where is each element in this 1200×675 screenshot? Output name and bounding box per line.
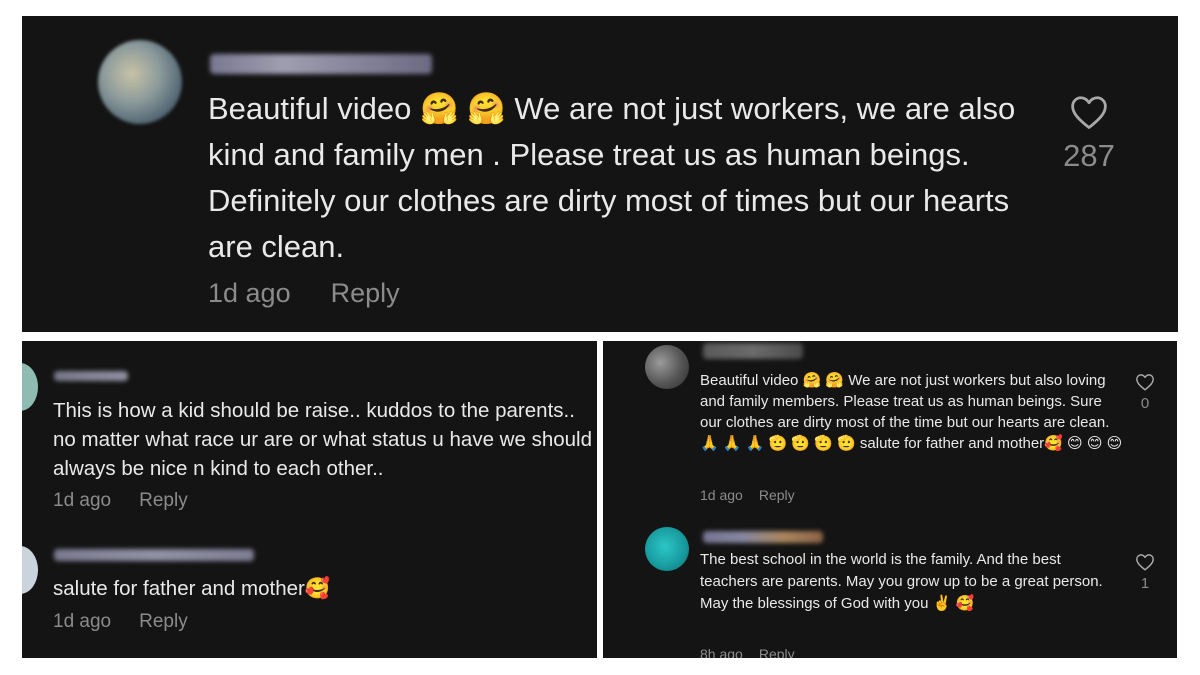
reply-button[interactable]: Reply [331,278,400,309]
comment-text: Beautiful video 🤗 🤗 We are not just work… [700,372,1123,452]
username-blurred[interactable] [703,531,823,543]
heart-outline-icon[interactable] [1069,94,1109,130]
comment-text: Beautiful video 🤗 🤗 We are not just work… [208,91,1016,264]
username-blurred[interactable] [210,54,432,74]
heart-outline-icon[interactable] [1135,373,1155,391]
comment-timestamp: 1d ago [53,490,112,511]
avatar[interactable] [98,40,182,124]
heart-outline-icon[interactable] [1135,553,1155,571]
username-blurred[interactable] [54,549,254,561]
comment-meta: 1d ago Reply [53,490,188,512]
like-count: 0 [1140,395,1150,412]
comment-meta: 1d ago Reply [53,611,188,633]
comment-text: salute for father and mother🥰 [53,577,331,600]
left-comments-panel: This is how a kid should be raise.. kudd… [22,341,597,658]
reply-button[interactable]: Reply [759,487,795,503]
like-button[interactable]: 0 [1127,373,1163,412]
comment-timestamp: 1d ago [700,487,743,503]
top-comment-panel: Beautiful video 🤗 🤗 We are not just work… [22,16,1178,332]
reply-button[interactable]: Reply [139,611,188,633]
like-count: 287 [1063,138,1115,173]
like-count: 1 [1140,575,1150,592]
comment-timestamp: 1d ago [208,278,291,308]
reply-button[interactable]: Reply [139,490,188,512]
comment-meta: 1d ago Reply [208,278,400,309]
username-blurred[interactable] [54,371,128,381]
avatar[interactable] [645,527,689,571]
comment-text: The best school in the world is the fami… [700,551,1103,612]
avatar[interactable] [645,345,689,389]
comment-meta: 1d ago Reply [700,487,795,503]
like-button[interactable]: 287 [1024,94,1154,174]
comment-meta: 8h ago Reply [700,646,795,658]
like-button[interactable]: 1 [1127,553,1163,592]
avatar[interactable] [22,363,38,411]
reply-button[interactable]: Reply [759,646,795,658]
comment-text: This is how a kid should be raise.. kudd… [53,399,592,480]
comment-timestamp: 8h ago [700,646,743,658]
avatar[interactable] [22,546,38,594]
comment-timestamp: 1d ago [53,611,112,632]
username-blurred[interactable] [703,343,803,359]
right-comments-panel: Beautiful video 🤗 🤗 We are not just work… [603,341,1177,658]
